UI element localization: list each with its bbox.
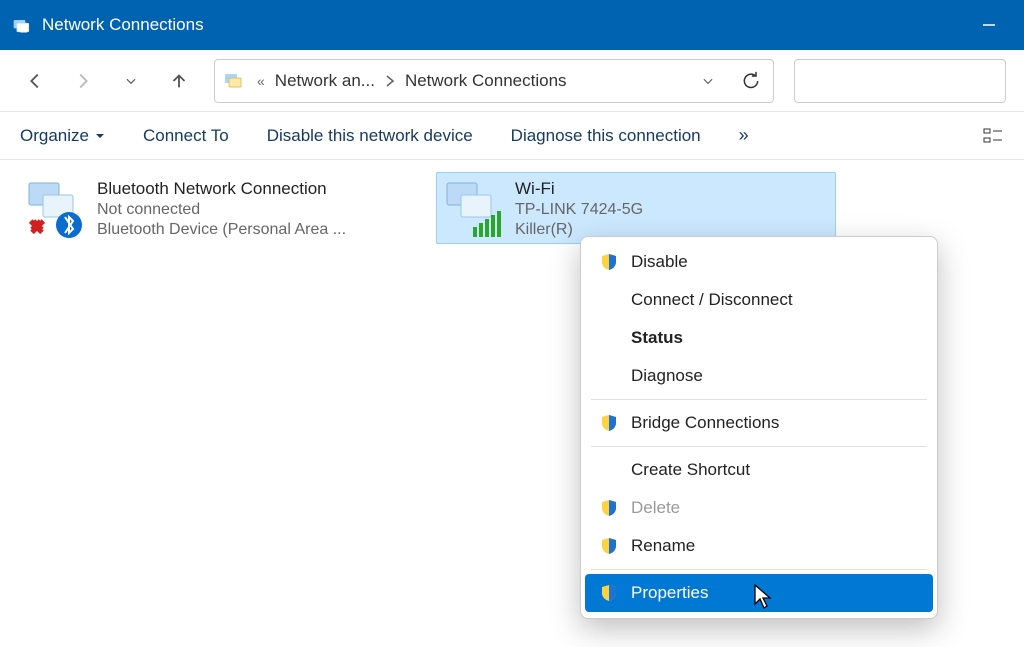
- ctx-label: Diagnose: [631, 366, 703, 386]
- organize-label: Organize: [20, 126, 89, 146]
- search-box[interactable]: [794, 59, 1006, 103]
- shield-icon: [599, 498, 619, 518]
- dropdown-caret-icon: [95, 131, 105, 141]
- blank-icon: [599, 290, 619, 310]
- organize-menu[interactable]: Organize: [20, 126, 105, 146]
- ctx-bridge-connections[interactable]: Bridge Connections: [585, 404, 933, 442]
- blank-icon: [599, 366, 619, 386]
- ctx-create-shortcut[interactable]: Create Shortcut: [585, 451, 933, 489]
- overflow-menu[interactable]: »: [739, 125, 751, 146]
- titlebar: Network Connections: [0, 0, 1024, 50]
- view-options-button[interactable]: [982, 125, 1004, 147]
- ctx-label: Disable: [631, 252, 688, 272]
- chevron-right-icon: [385, 74, 395, 88]
- ctx-connect-disconnect[interactable]: Connect / Disconnect: [585, 281, 933, 319]
- ctx-label: Bridge Connections: [631, 413, 779, 433]
- ctx-label: Create Shortcut: [631, 460, 750, 480]
- breadcrumb-prefix: «: [257, 73, 265, 89]
- breadcrumb-current[interactable]: Network Connections: [405, 71, 567, 91]
- minimize-button[interactable]: [966, 0, 1012, 50]
- shield-icon: [599, 583, 619, 603]
- ctx-label: Status: [631, 328, 683, 348]
- address-dropdown[interactable]: [695, 74, 721, 88]
- up-button[interactable]: [162, 64, 196, 98]
- blank-icon: [599, 460, 619, 480]
- diagnose-connection-button[interactable]: Diagnose this connection: [511, 126, 701, 146]
- blank-icon: [599, 328, 619, 348]
- separator: [591, 446, 927, 447]
- breadcrumb-parent[interactable]: Network an...: [275, 71, 375, 91]
- ctx-status[interactable]: Status: [585, 319, 933, 357]
- refresh-button[interactable]: [737, 71, 765, 91]
- ctx-label: Delete: [631, 498, 680, 518]
- app-icon: [12, 15, 32, 35]
- ctx-label: Connect / Disconnect: [631, 290, 793, 310]
- shield-icon: [599, 536, 619, 556]
- ctx-label: Rename: [631, 536, 695, 556]
- nav-row: « Network an... Network Connections: [0, 50, 1024, 112]
- command-bar: Organize Connect To Disable this network…: [0, 112, 1024, 160]
- connection-status: Not connected: [97, 201, 346, 219]
- ctx-disable[interactable]: Disable: [585, 243, 933, 281]
- wifi-connection-icon: [441, 177, 503, 239]
- separator: [591, 399, 927, 400]
- shield-icon: [599, 252, 619, 272]
- back-button[interactable]: [18, 64, 52, 98]
- connection-item-bluetooth[interactable]: Bluetooth Network Connection Not connect…: [18, 172, 418, 244]
- disable-device-button[interactable]: Disable this network device: [267, 126, 473, 146]
- window-title: Network Connections: [42, 15, 204, 35]
- recent-locations-dropdown[interactable]: [114, 64, 148, 98]
- connection-name: Wi-Fi: [515, 179, 643, 199]
- ctx-rename[interactable]: Rename: [585, 527, 933, 565]
- connection-status: TP-LINK 7424-5G: [515, 201, 643, 219]
- ctx-diagnose[interactable]: Diagnose: [585, 357, 933, 395]
- connection-device: Bluetooth Device (Personal Area ...: [97, 221, 346, 239]
- connect-to-button[interactable]: Connect To: [143, 126, 229, 146]
- context-menu: Disable Connect / Disconnect Status Diag…: [580, 236, 938, 619]
- ctx-properties[interactable]: Properties: [585, 574, 933, 612]
- shield-icon: [599, 413, 619, 433]
- separator: [591, 569, 927, 570]
- location-icon: [223, 69, 247, 93]
- connection-name: Bluetooth Network Connection: [97, 179, 346, 199]
- address-bar[interactable]: « Network an... Network Connections: [214, 59, 774, 103]
- bluetooth-connection-icon: [23, 177, 85, 239]
- forward-button[interactable]: [66, 64, 100, 98]
- connection-item-wifi[interactable]: Wi-Fi TP-LINK 7424-5G Killer(R): [436, 172, 836, 244]
- ctx-delete: Delete: [585, 489, 933, 527]
- ctx-label: Properties: [631, 583, 708, 603]
